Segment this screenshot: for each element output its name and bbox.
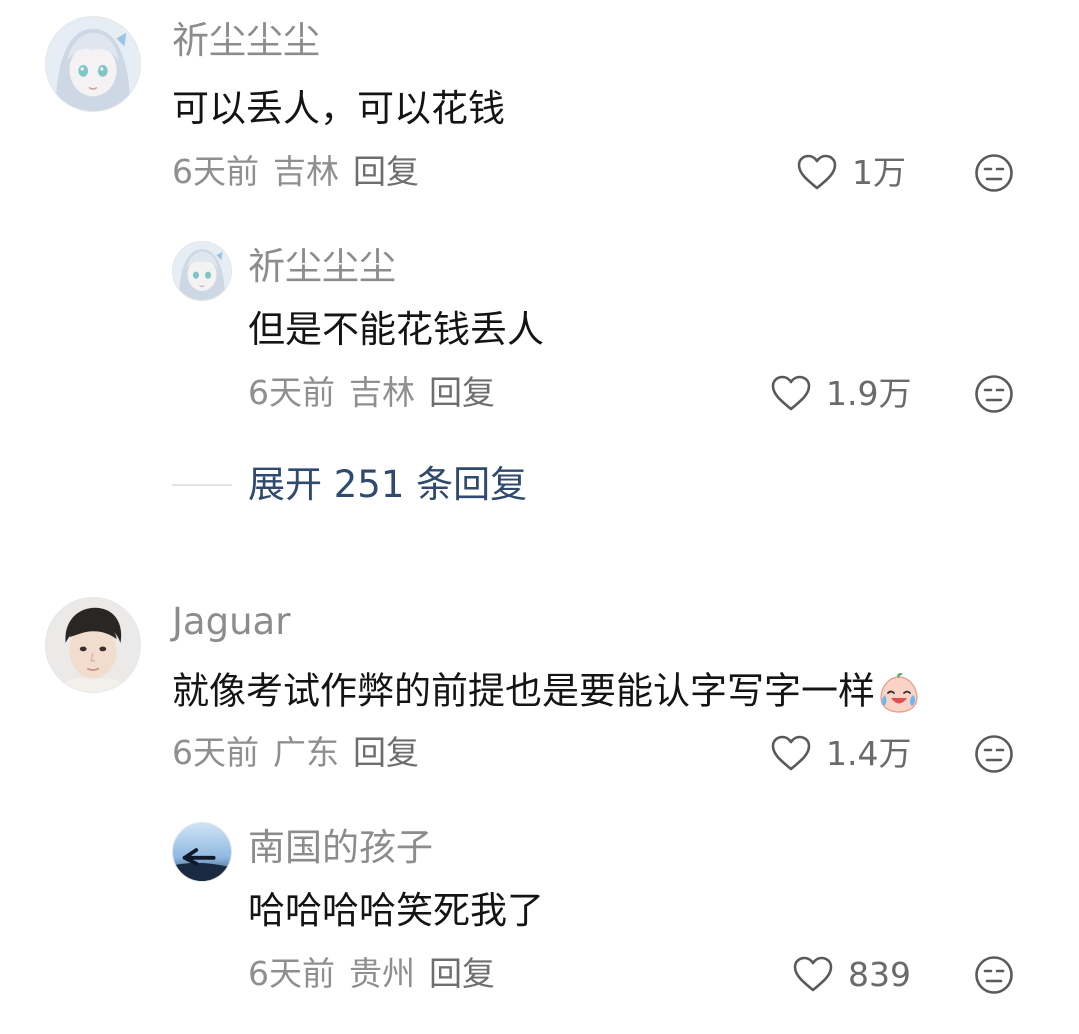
expand-replies-button[interactable]: 展开 251 条回复 [172, 466, 527, 503]
comment-location: 广东 [273, 733, 339, 772]
comment-time: 6天前 [248, 373, 335, 412]
username[interactable]: 南国的孩子 [248, 829, 433, 866]
dislike-face-icon [975, 154, 1013, 192]
like-button[interactable]: 1万 [796, 153, 906, 191]
avatar[interactable] [172, 241, 232, 301]
divider [172, 483, 232, 486]
comment-time: 6天前 [172, 152, 259, 191]
comment-meta: 6天前 广东 回复 [172, 736, 433, 769]
dislike-face-icon [975, 375, 1013, 413]
like-count: 1.4万 [826, 733, 912, 773]
avatar[interactable] [45, 16, 141, 112]
crying-laughing-emoji-icon [880, 673, 918, 713]
reply-button[interactable]: 回复 [353, 152, 419, 191]
username[interactable]: Jaguar [172, 603, 290, 640]
comment-location: 贵州 [349, 954, 415, 993]
sky-arrow-avatar-icon [173, 823, 231, 881]
username[interactable]: 祈尘尘尘 [172, 22, 320, 59]
like-button[interactable]: 839 [792, 955, 911, 993]
dislike-button[interactable] [974, 734, 1014, 774]
like-count: 839 [848, 954, 911, 994]
reply-button[interactable]: 回复 [429, 373, 495, 412]
comment-time: 6天前 [248, 954, 335, 993]
anime-girl-avatar-icon [46, 17, 140, 111]
comment-meta: 6天前 吉林 回复 [248, 376, 509, 409]
like-button[interactable]: 1.4万 [770, 734, 911, 772]
heart-icon [771, 375, 811, 411]
avatar[interactable] [172, 822, 232, 882]
comment-text-content: 就像考试作弊的前提也是要能认字写字一样 [172, 669, 875, 713]
comment-text: 就像考试作弊的前提也是要能认字写字一样 [172, 671, 921, 715]
dislike-face-icon [975, 956, 1013, 994]
like-count: 1万 [852, 152, 906, 192]
reply-button[interactable]: 回复 [429, 954, 495, 993]
comment-meta: 6天前 吉林 回复 [172, 155, 433, 188]
avatar[interactable] [45, 597, 141, 693]
anime-girl-avatar-icon [173, 242, 231, 300]
like-button[interactable]: 1.9万 [770, 374, 911, 412]
heart-icon [771, 735, 811, 771]
like-count: 1.9万 [826, 373, 912, 413]
young-man-avatar-icon [46, 598, 140, 692]
reply-button[interactable]: 回复 [353, 733, 419, 772]
dislike-button[interactable] [974, 955, 1014, 995]
heart-icon [797, 154, 837, 190]
comment-text: 但是不能花钱丢人 [248, 308, 544, 351]
comment-time: 6天前 [172, 733, 259, 772]
comment-meta: 6天前 贵州 回复 [248, 957, 509, 990]
comment-location: 吉林 [349, 373, 415, 412]
comment-location: 吉林 [273, 152, 339, 191]
username[interactable]: 祈尘尘尘 [248, 248, 396, 285]
dislike-face-icon [975, 735, 1013, 773]
dislike-button[interactable] [974, 374, 1014, 414]
dislike-button[interactable] [974, 153, 1014, 193]
expand-replies-label: 展开 251 条回复 [248, 463, 528, 506]
comment-text: 哈哈哈哈笑死我了 [248, 889, 544, 932]
heart-icon [793, 956, 833, 992]
comment-text: 可以丢人，可以花钱 [172, 87, 505, 130]
